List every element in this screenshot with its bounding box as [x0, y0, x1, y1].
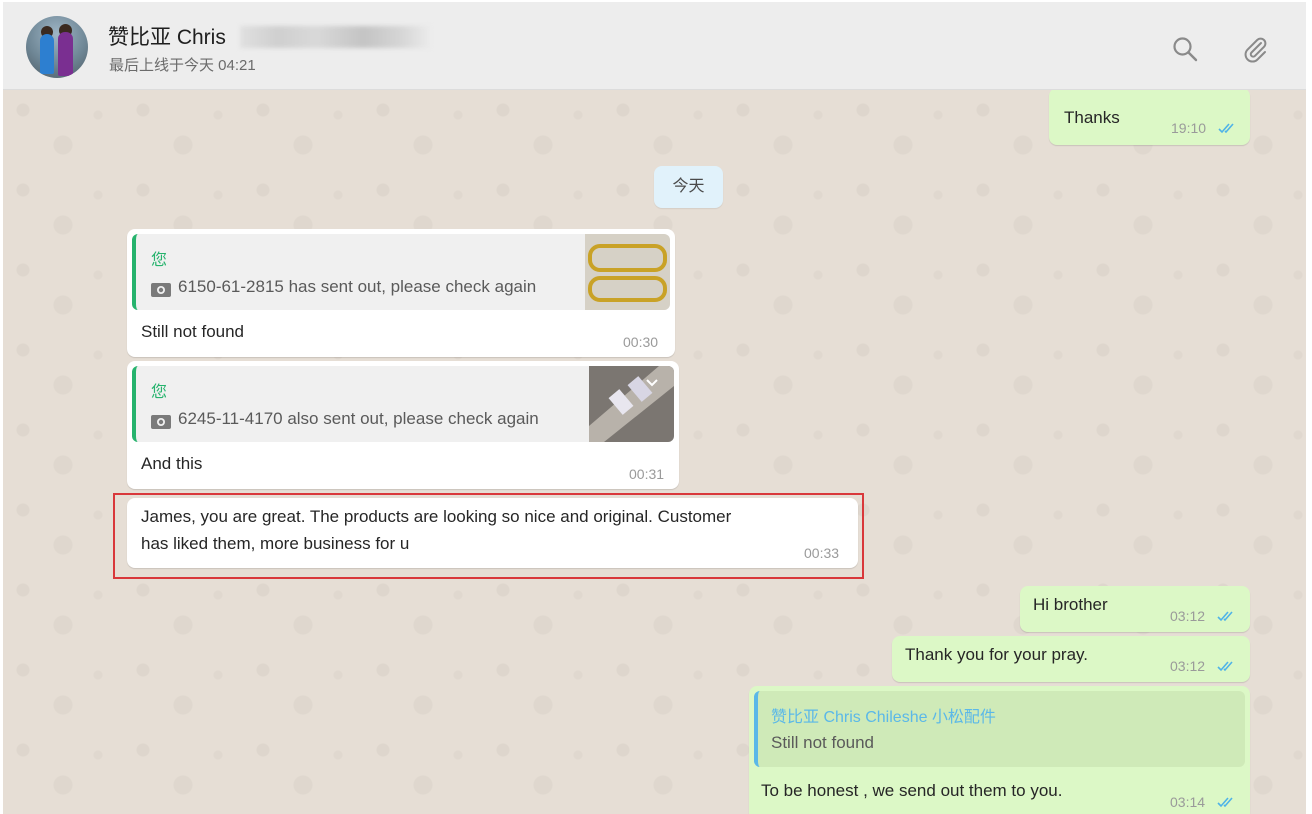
search-icon[interactable]	[1171, 35, 1199, 63]
quote-text: 6245-11-4170 also sent out, please check…	[178, 409, 539, 428]
contact-name[interactable]: 赞比亚 Chris	[108, 21, 226, 51]
quote-text: 6150-61-2815 has sent out, please check …	[178, 277, 537, 296]
message-text: Thank you for your pray.	[905, 645, 1088, 664]
quoted-message[interactable]: 赞比亚 Chris Chileshe 小松配件 Still not found	[754, 691, 1245, 767]
quoted-message[interactable]: 您 6245-11-4170 also sent out, please che…	[132, 366, 674, 442]
message-bubble-incoming[interactable]: 您 6245-11-4170 also sent out, please che…	[127, 361, 679, 489]
message-time: 03:12	[1170, 608, 1206, 624]
part-photo-thumbnail	[589, 366, 674, 442]
last-seen-status: 最后上线于今天 04:21	[109, 57, 256, 74]
contact-avatar[interactable]	[26, 16, 88, 78]
message-text: Hi brother	[1033, 595, 1108, 614]
attach-icon[interactable]	[1241, 35, 1269, 63]
message-time: 03:12	[1170, 658, 1206, 674]
quote-author: 赞比亚 Chris Chileshe 小松配件	[771, 709, 996, 726]
redacted-name-blur	[240, 26, 430, 48]
message-text: Thanks	[1064, 108, 1120, 127]
message-time: 00:30	[623, 334, 659, 350]
message-time: 19:10	[1171, 120, 1207, 136]
read-ticks-icon	[1217, 797, 1233, 808]
camera-icon	[151, 283, 171, 297]
chat-pane[interactable]: Thanks 19:10 今天 您 6150-61-2815 has sent …	[3, 90, 1306, 814]
read-ticks-icon	[1217, 661, 1233, 672]
quote-text: Still not found	[771, 733, 875, 752]
message-text: Still not found	[141, 322, 245, 341]
message-time: 03:14	[1170, 794, 1206, 810]
message-bubble-incoming[interactable]: 您 6150-61-2815 has sent out, please chec…	[127, 229, 675, 357]
chain-photo-thumbnail	[585, 234, 670, 310]
message-time: 00:31	[629, 466, 665, 482]
message-text: To be honest , we send out them to you.	[761, 781, 1063, 800]
quote-author: 您	[151, 252, 168, 269]
message-bubble-outgoing[interactable]: 赞比亚 Chris Chileshe 小松配件 Still not found …	[749, 686, 1250, 814]
quoted-message[interactable]: 您 6150-61-2815 has sent out, please chec…	[132, 234, 670, 310]
quote-author: 您	[151, 384, 168, 401]
read-ticks-icon	[1217, 611, 1233, 622]
highlight-annotation-box	[113, 493, 864, 579]
message-text: And this	[141, 454, 203, 473]
date-divider: 今天	[654, 166, 723, 208]
message-bubble-outgoing[interactable]: Hi brother 03:12	[1020, 586, 1250, 632]
message-bubble-outgoing[interactable]: Thank you for your pray. 03:12	[892, 636, 1250, 682]
chat-header: 赞比亚 Chris 最后上线于今天 04:21	[3, 2, 1306, 90]
read-ticks-icon	[1218, 123, 1234, 134]
message-bubble-outgoing[interactable]: Thanks 19:10	[1049, 90, 1250, 145]
camera-icon	[151, 415, 171, 429]
